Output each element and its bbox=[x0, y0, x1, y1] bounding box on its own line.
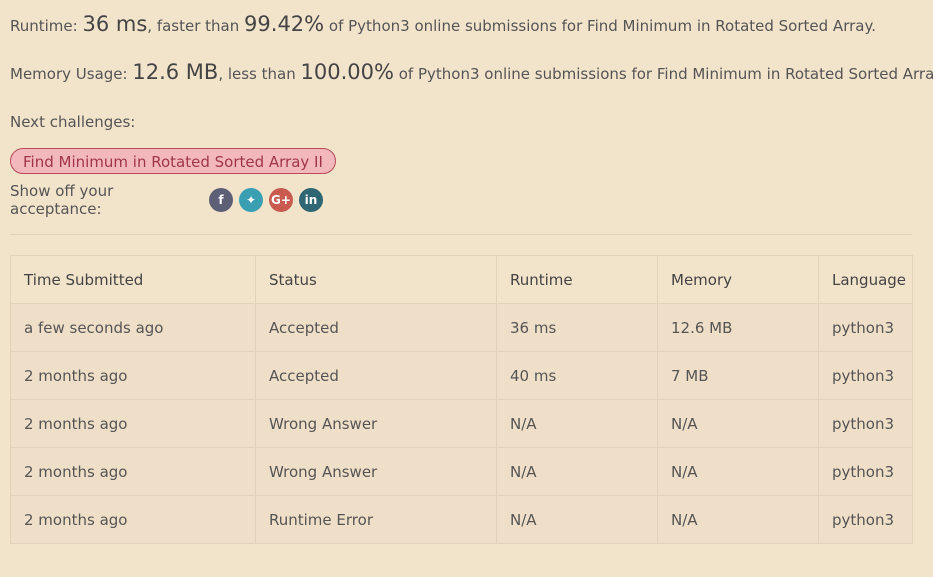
table-header-row: Time Submitted Status Runtime Memory Lan… bbox=[10, 255, 913, 304]
cell-memory: 12.6 MB bbox=[657, 303, 819, 352]
cell-status[interactable]: Accepted bbox=[255, 351, 497, 400]
cell-memory: N/A bbox=[657, 399, 819, 448]
cell-status[interactable]: Accepted bbox=[255, 303, 497, 352]
divider bbox=[10, 234, 912, 235]
memory-label: Memory Usage: bbox=[10, 65, 128, 83]
cell-time-submitted: a few seconds ago bbox=[10, 303, 256, 352]
linkedin-icon[interactable]: in bbox=[299, 188, 323, 212]
cell-time-submitted: 2 months ago bbox=[10, 495, 256, 544]
cell-memory: 7 MB bbox=[657, 351, 819, 400]
cell-memory: N/A bbox=[657, 447, 819, 496]
header-language[interactable]: Language bbox=[818, 255, 913, 304]
runtime-label: Runtime: bbox=[10, 17, 78, 35]
share-row: Show off your acceptance: f ✦ G+ in bbox=[10, 182, 329, 218]
next-challenge-link[interactable]: Find Minimum in Rotated Sorted Array II bbox=[10, 148, 336, 174]
header-runtime[interactable]: Runtime bbox=[496, 255, 658, 304]
cell-language: python3 bbox=[818, 303, 913, 352]
runtime-percent: 99.42% bbox=[244, 12, 325, 36]
submission-result-panel: Runtime: 36 ms, faster than 99.42% of Py… bbox=[0, 0, 933, 577]
next-challenges-label: Next challenges: bbox=[10, 113, 136, 131]
cell-runtime: N/A bbox=[496, 399, 658, 448]
cell-status[interactable]: Runtime Error bbox=[255, 495, 497, 544]
header-time-submitted[interactable]: Time Submitted bbox=[10, 255, 256, 304]
table-row: 2 months ago Wrong Answer N/A N/A python3 bbox=[10, 447, 913, 496]
table-row: 2 months ago Wrong Answer N/A N/A python3 bbox=[10, 399, 913, 448]
memory-percent: 100.00% bbox=[300, 60, 394, 84]
cell-language: python3 bbox=[818, 399, 913, 448]
runtime-mid-text: , faster than bbox=[147, 17, 240, 35]
runtime-tail-text: of Python3 online submissions for Find M… bbox=[328, 17, 876, 35]
cell-runtime: 36 ms bbox=[496, 303, 658, 352]
header-memory[interactable]: Memory bbox=[657, 255, 819, 304]
memory-line: Memory Usage: 12.6 MB, less than 100.00%… bbox=[10, 60, 933, 84]
google-plus-icon[interactable]: G+ bbox=[269, 188, 293, 212]
table-row: a few seconds ago Accepted 36 ms 12.6 MB pyt… bbox=[10, 303, 913, 352]
runtime-line: Runtime: 36 ms, faster than 99.42% of Py… bbox=[10, 12, 876, 36]
header-status[interactable]: Status bbox=[255, 255, 497, 304]
cell-language: python3 bbox=[818, 351, 913, 400]
memory-mid-text: , less than bbox=[218, 65, 296, 83]
cell-time-submitted: 2 months ago bbox=[10, 351, 256, 400]
runtime-value: 36 ms bbox=[82, 12, 148, 36]
twitter-icon[interactable]: ✦ bbox=[239, 188, 263, 212]
cell-runtime: N/A bbox=[496, 495, 658, 544]
table-row: 2 months ago Runtime Error N/A N/A python3 bbox=[10, 495, 913, 544]
cell-status[interactable]: Wrong Answer bbox=[255, 447, 497, 496]
cell-time-submitted: 2 months ago bbox=[10, 399, 256, 448]
cell-memory: N/A bbox=[657, 495, 819, 544]
memory-value: 12.6 MB bbox=[132, 60, 219, 84]
memory-tail-text: of Python3 online submissions for Find M… bbox=[398, 65, 933, 83]
cell-language: python3 bbox=[818, 447, 913, 496]
submissions-table: Time Submitted Status Runtime Memory Lan… bbox=[10, 255, 913, 544]
table-row: 2 months ago Accepted 40 ms 7 MB python3 bbox=[10, 351, 913, 400]
cell-runtime: N/A bbox=[496, 447, 658, 496]
share-label: Show off your acceptance: bbox=[10, 182, 114, 218]
facebook-icon[interactable]: f bbox=[209, 188, 233, 212]
cell-language: python3 bbox=[818, 495, 913, 544]
cell-status[interactable]: Wrong Answer bbox=[255, 399, 497, 448]
cell-runtime: 40 ms bbox=[496, 351, 658, 400]
cell-time-submitted: 2 months ago bbox=[10, 447, 256, 496]
